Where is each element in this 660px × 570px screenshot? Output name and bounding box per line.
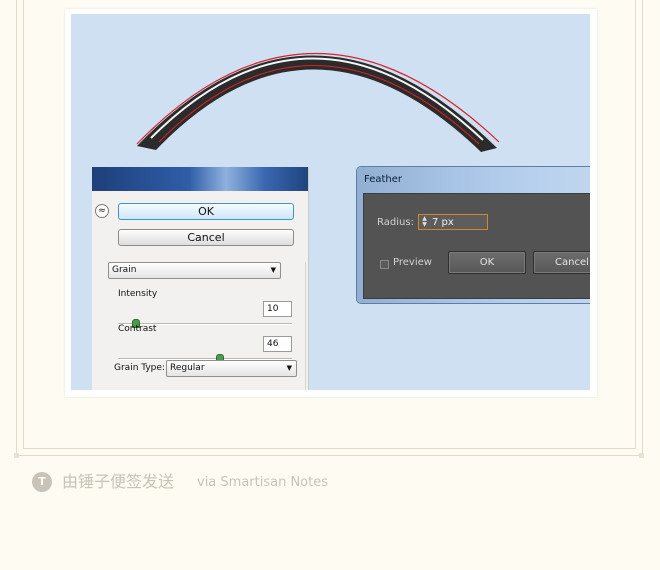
feather-ok-button[interactable]: OK	[448, 251, 526, 274]
chevron-down-icon: ▼	[286, 364, 292, 372]
frame-corner-left	[14, 453, 19, 458]
contrast-input[interactable]: 46	[263, 336, 292, 352]
intensity-input[interactable]: 10	[263, 301, 292, 317]
intensity-label: Intensity	[118, 289, 158, 299]
screenshot-image: ≈ OK Cancel Grain ▼ Intensity 10 Contras…	[71, 14, 590, 390]
spinner-arrows-icon[interactable]: ▲ ▼	[420, 216, 429, 228]
filter-select[interactable]: Grain ▼	[108, 262, 281, 279]
feather-dialog-title: Feather	[364, 174, 403, 185]
preview-label: Preview	[393, 257, 432, 268]
feather-dialog-body: Radius: ▲ ▼ 7 px Preview OK Cancel	[363, 193, 590, 299]
radius-value: 7 px	[432, 217, 454, 228]
smartisan-logo-icon: T	[32, 472, 52, 492]
radius-input[interactable]: ▲ ▼ 7 px	[418, 214, 488, 230]
panel-divider	[305, 262, 306, 390]
preview-checkbox[interactable]	[380, 260, 389, 269]
grain-panel: ≈ OK Cancel Grain ▼ Intensity 10 Contras…	[92, 167, 309, 390]
ok-button[interactable]: OK	[118, 203, 294, 220]
footer-sub: via Smartisan Notes	[197, 475, 328, 490]
filter-select-value: Grain	[112, 265, 137, 275]
chevron-down-icon: ▼	[270, 266, 276, 274]
contrast-label: Contrast	[118, 324, 157, 334]
cancel-button[interactable]: Cancel	[118, 229, 294, 246]
grain-panel-titlebar	[92, 167, 308, 191]
feather-dialog: Feather Radius: ▲ ▼ 7 px Preview OK Cance…	[357, 167, 590, 303]
footer-text: 由锤子便签发送	[62, 472, 175, 491]
grain-type-label: Grain Type:	[114, 363, 165, 373]
grain-type-select[interactable]: Regular ▼	[166, 360, 297, 377]
frame-corner-right	[639, 453, 644, 458]
feather-cancel-button[interactable]: Cancel	[533, 251, 590, 274]
double-chevron-up-icon[interactable]: ≈	[95, 204, 109, 218]
radius-label: Radius:	[377, 217, 414, 228]
grain-type-value: Regular	[170, 363, 205, 373]
